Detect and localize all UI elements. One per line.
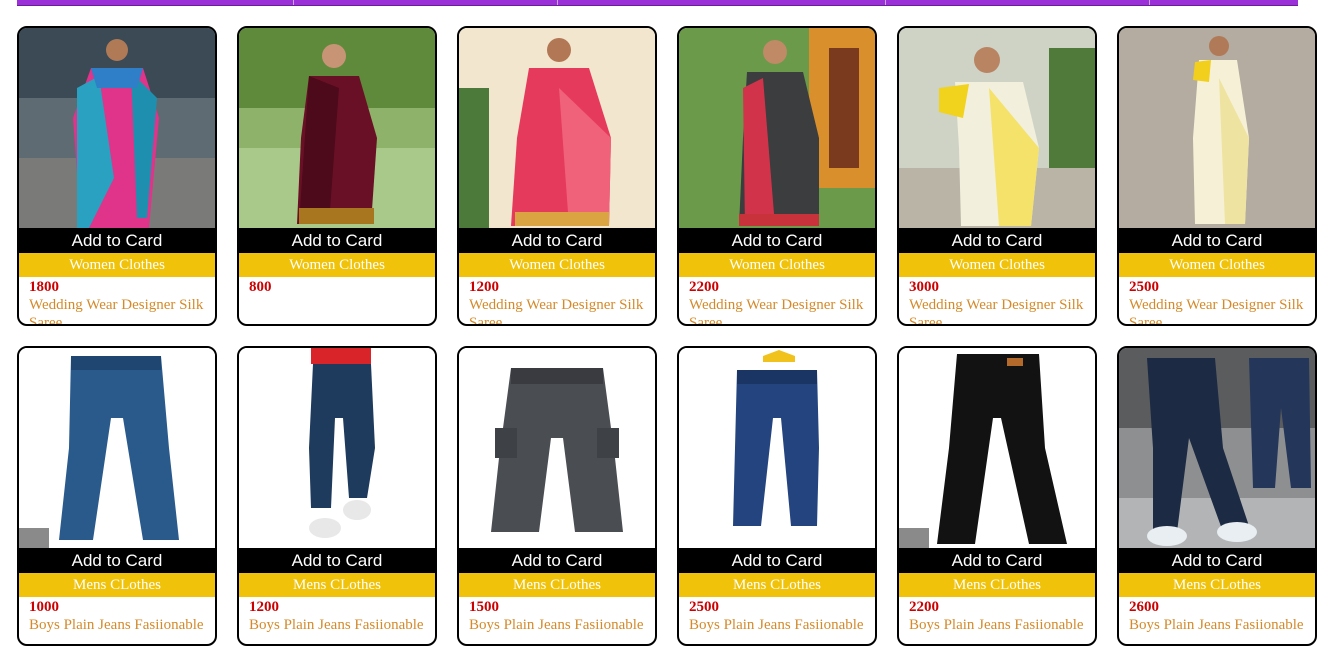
product-image[interactable] xyxy=(19,348,215,548)
product-card[interactable]: Add to Card Mens CLothes 1500 Boys Plain… xyxy=(457,346,657,646)
category-label: Mens CLothes xyxy=(1119,573,1315,597)
product-card[interactable]: Add to Card Women Clothes 1200 Wedding W… xyxy=(457,26,657,326)
add-to-cart-button[interactable]: Add to Card xyxy=(679,548,875,573)
product-name[interactable]: Wedding Wear Designer Silk Saree xyxy=(1129,296,1315,324)
product-card[interactable]: Add to Card Mens CLothes 2200 Boys Plain… xyxy=(897,346,1097,646)
category-label: Mens CLothes xyxy=(19,573,215,597)
product-card[interactable]: Add to Card Women Clothes 2200 Wedding W… xyxy=(677,26,877,326)
product-name[interactable]: Boys Plain Jeans Fasiionable xyxy=(29,616,215,634)
add-to-cart-button[interactable]: Add to Card xyxy=(459,228,655,253)
nav-divider xyxy=(885,0,886,5)
product-name[interactable]: Wedding Wear Designer Silk Saree xyxy=(909,296,1095,324)
product-name[interactable]: Boys Plain Jeans Fasiionable xyxy=(909,616,1095,634)
category-label: Women Clothes xyxy=(899,253,1095,277)
product-price: 800 xyxy=(249,279,272,295)
add-to-cart-button[interactable]: Add to Card xyxy=(19,548,215,573)
category-label: Mens CLothes xyxy=(239,573,435,597)
product-name[interactable]: Wedding Wear Designer Silk Saree xyxy=(29,296,215,324)
product-price: 1200 xyxy=(249,599,279,615)
product-card[interactable]: Add to Card Women Clothes 1800 Wedding W… xyxy=(17,26,217,326)
product-name[interactable]: Boys Plain Jeans Fasiionable xyxy=(249,616,435,634)
add-to-cart-button[interactable]: Add to Card xyxy=(459,548,655,573)
product-name[interactable]: Boys Plain Jeans Fasiionable xyxy=(1129,616,1315,634)
product-name[interactable]: Boys Plain Jeans Fasiionable xyxy=(689,616,875,634)
product-image[interactable] xyxy=(459,28,655,228)
product-card[interactable]: Add to Card Women Clothes 800 xyxy=(237,26,437,326)
product-card[interactable]: Add to Card Mens CLothes 1000 Boys Plain… xyxy=(17,346,217,646)
product-name[interactable]: Boys Plain Jeans Fasiionable xyxy=(469,616,655,634)
add-to-cart-button[interactable]: Add to Card xyxy=(679,228,875,253)
product-price: 3000 xyxy=(909,279,939,295)
add-to-cart-button[interactable]: Add to Card xyxy=(1119,228,1315,253)
product-price: 2200 xyxy=(689,279,719,295)
category-label: Mens CLothes xyxy=(459,573,655,597)
product-name[interactable]: Wedding Wear Designer Silk Saree xyxy=(689,296,875,324)
add-to-cart-button[interactable]: Add to Card xyxy=(899,548,1095,573)
product-image[interactable] xyxy=(899,348,1095,548)
category-label: Women Clothes xyxy=(19,253,215,277)
product-image[interactable] xyxy=(239,28,435,228)
product-price: 1200 xyxy=(469,279,499,295)
category-label: Women Clothes xyxy=(239,253,435,277)
product-image[interactable] xyxy=(1119,28,1315,228)
product-card[interactable]: Add to Card Mens CLothes 1200 Boys Plain… xyxy=(237,346,437,646)
category-label: Women Clothes xyxy=(459,253,655,277)
add-to-cart-button[interactable]: Add to Card xyxy=(239,548,435,573)
nav-divider xyxy=(557,0,558,5)
nav-divider xyxy=(293,0,294,5)
product-price: 1500 xyxy=(469,599,499,615)
product-image[interactable] xyxy=(19,28,215,228)
product-price: 2600 xyxy=(1129,599,1159,615)
add-to-cart-button[interactable]: Add to Card xyxy=(899,228,1095,253)
add-to-cart-button[interactable]: Add to Card xyxy=(239,228,435,253)
product-card[interactable]: Add to Card Women Clothes 2500 Wedding W… xyxy=(1117,26,1317,326)
product-name[interactable]: Wedding Wear Designer Silk Saree xyxy=(469,296,655,324)
product-image[interactable] xyxy=(679,28,875,228)
product-card[interactable]: Add to Card Mens CLothes 2500 Boys Plain… xyxy=(677,346,877,646)
category-label: Women Clothes xyxy=(679,253,875,277)
product-price: 2500 xyxy=(1129,279,1159,295)
product-image[interactable] xyxy=(899,28,1095,228)
add-to-cart-button[interactable]: Add to Card xyxy=(19,228,215,253)
category-label: Women Clothes xyxy=(1119,253,1315,277)
product-price: 2200 xyxy=(909,599,939,615)
nav-divider xyxy=(1149,0,1150,5)
product-price: 1000 xyxy=(29,599,59,615)
category-label: Mens CLothes xyxy=(899,573,1095,597)
top-nav-bar xyxy=(17,0,1298,6)
product-card[interactable]: Add to Card Women Clothes 3000 Wedding W… xyxy=(897,26,1097,326)
add-to-cart-button[interactable]: Add to Card xyxy=(1119,548,1315,573)
category-label: Mens CLothes xyxy=(679,573,875,597)
product-image[interactable] xyxy=(679,348,875,548)
product-image[interactable] xyxy=(459,348,655,548)
product-image[interactable] xyxy=(239,348,435,548)
product-image[interactable] xyxy=(1119,348,1315,548)
product-price: 1800 xyxy=(29,279,59,295)
product-price: 2500 xyxy=(689,599,719,615)
product-card[interactable]: Add to Card Mens CLothes 2600 Boys Plain… xyxy=(1117,346,1317,646)
